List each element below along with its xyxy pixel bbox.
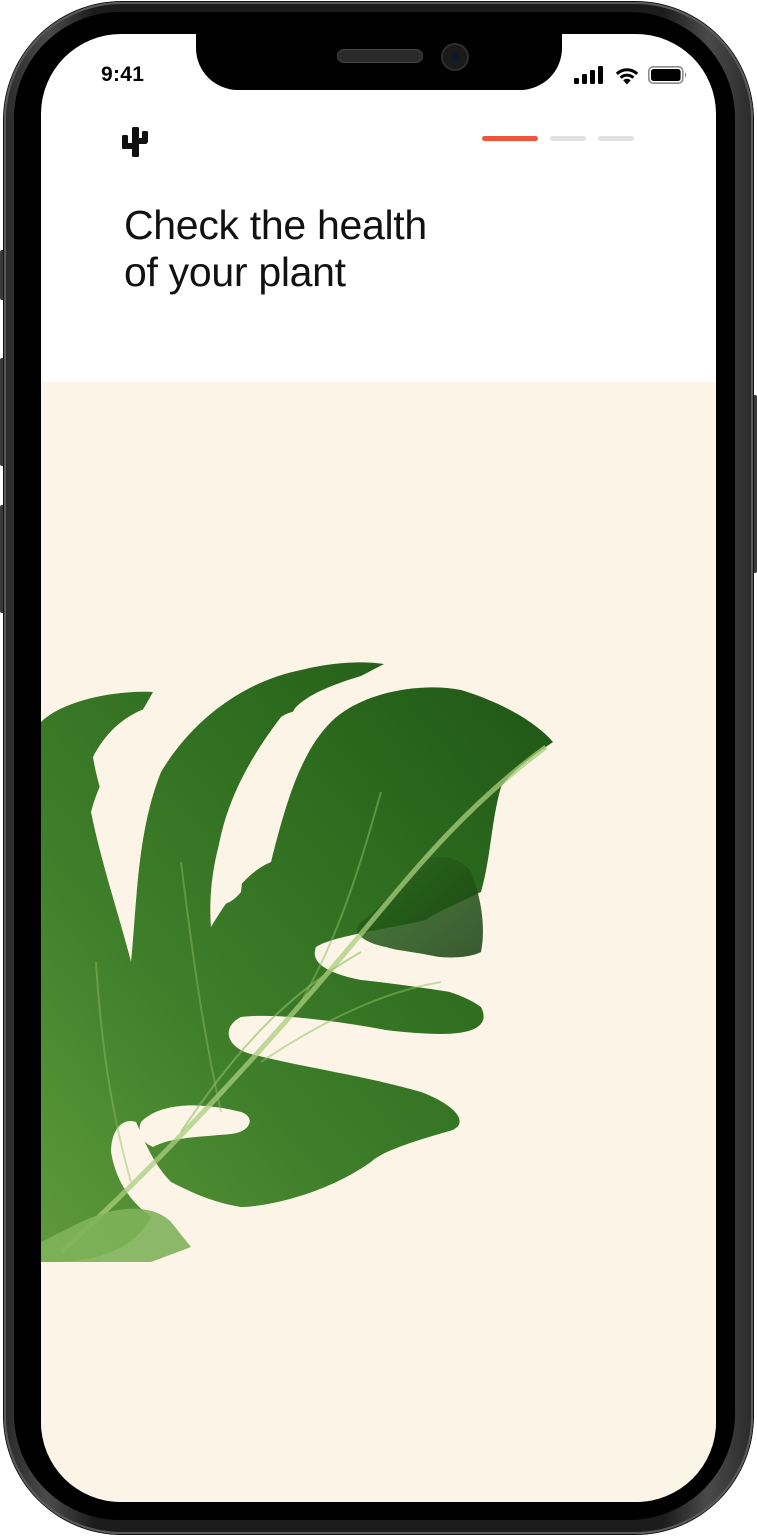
progress-step-1 [482,136,538,141]
monstera-leaf-image [41,662,553,1262]
battery-icon [648,66,687,84]
status-icons [574,65,688,85]
wifi-icon [615,67,639,84]
cactus-icon [122,127,148,157]
page-title-line-1: Check the health [124,202,427,248]
page-title: Check the health of your plant [124,202,544,296]
earpiece-speaker [337,49,423,63]
page-title-line-2: of your plant [124,249,346,295]
front-camera [441,43,469,71]
progress-step-2 [550,136,586,141]
onboarding-progress [482,136,634,141]
hero-image-area [41,382,716,1502]
status-time: 9:41 [101,63,145,86]
device-mockup: 9:41 Check the health of your plant [0,0,757,1536]
notch [196,34,562,90]
app-screen: 9:41 Check the health of your plant [41,34,716,1502]
cellular-signal-icon [574,66,603,84]
progress-step-3 [598,136,634,141]
